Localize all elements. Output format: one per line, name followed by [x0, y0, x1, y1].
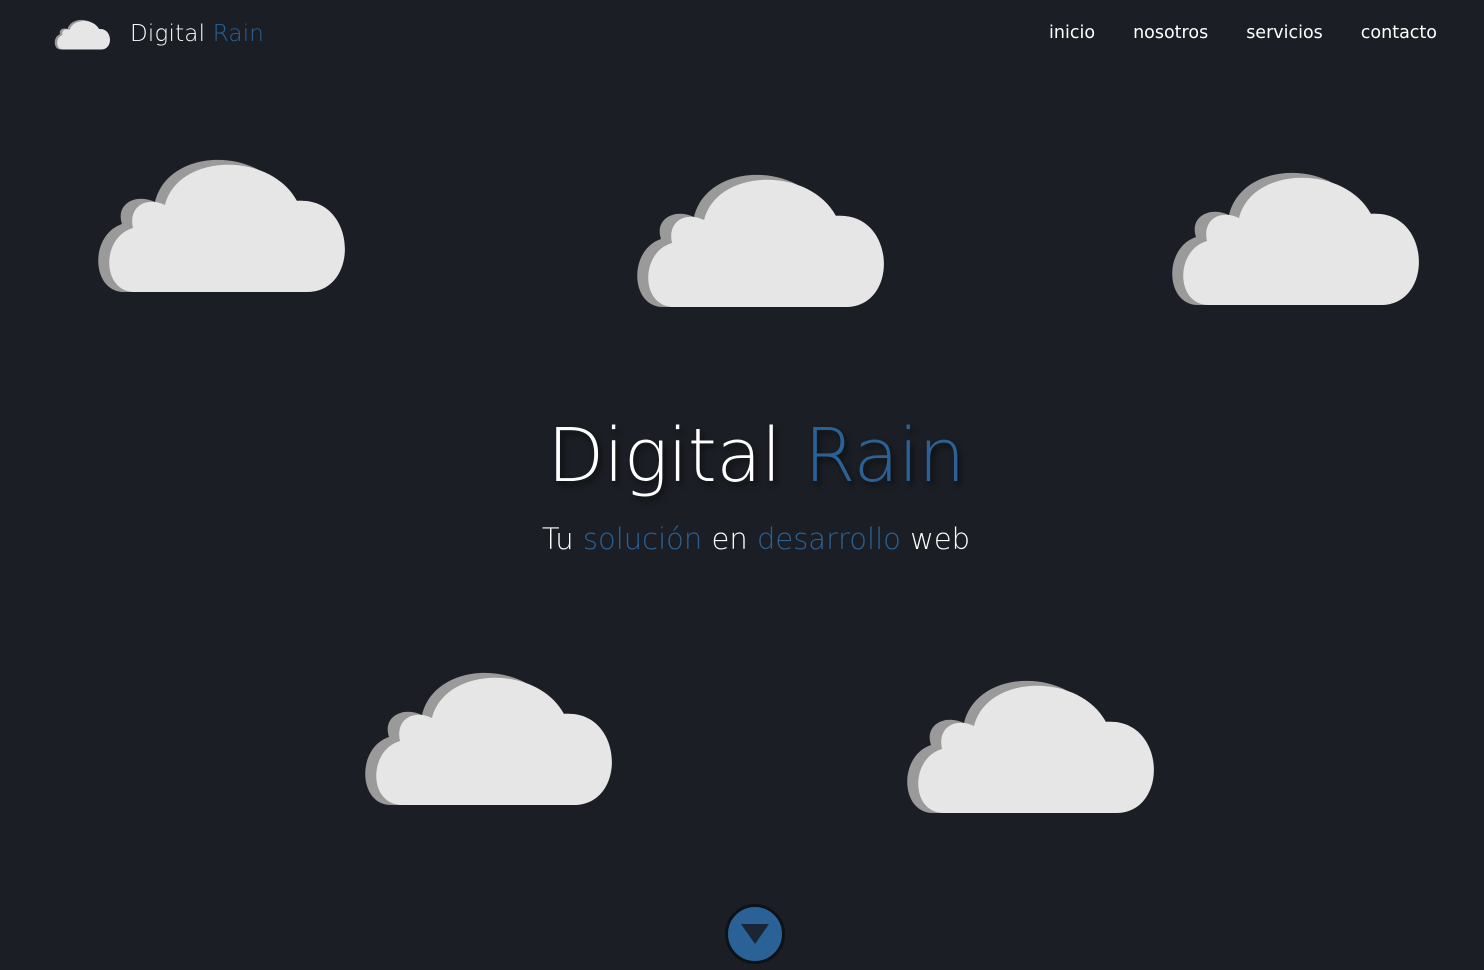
arrow-down-icon — [741, 924, 769, 944]
subtitle-word-accent: desarrollo — [756, 522, 901, 556]
nav-item-servicios[interactable]: servicios — [1246, 20, 1323, 46]
cloud-icon — [907, 680, 1154, 813]
cloud-icon — [54, 19, 110, 50]
brand-name: Digital Rain — [130, 21, 264, 47]
landing-page: Digital Rain inicio nosotros servicios c… — [0, 0, 1484, 970]
main-nav: inicio nosotros servicios contacto — [1011, 20, 1437, 46]
subtitle-word: web — [910, 522, 971, 556]
subtitle-word: Tu — [541, 522, 574, 556]
brand-name-part2: Rain — [212, 21, 265, 47]
hero-title-part1: Digital — [547, 413, 782, 499]
scroll-down-button[interactable] — [725, 904, 785, 964]
brand-link[interactable]: Digital Rain — [54, 14, 264, 54]
hero-subtitle: Tu solución en desarrollo web — [0, 518, 1484, 560]
cloud-icon — [637, 174, 884, 307]
nav-item-contacto[interactable]: contacto — [1361, 20, 1437, 46]
subtitle-word-accent: solución — [582, 522, 703, 556]
cloud-icon — [98, 159, 345, 292]
hero-title: Digital Rain — [0, 408, 1484, 504]
hero-title-part2: Rain — [804, 413, 965, 499]
brand-name-part1: Digital — [130, 21, 206, 47]
nav-item-inicio[interactable]: inicio — [1049, 20, 1095, 46]
subtitle-word: en — [711, 522, 748, 556]
cloud-icon — [1172, 172, 1419, 305]
cloud-icon — [365, 672, 612, 805]
site-header: Digital Rain inicio nosotros servicios c… — [0, 0, 1484, 68]
nav-item-nosotros[interactable]: nosotros — [1133, 20, 1208, 46]
